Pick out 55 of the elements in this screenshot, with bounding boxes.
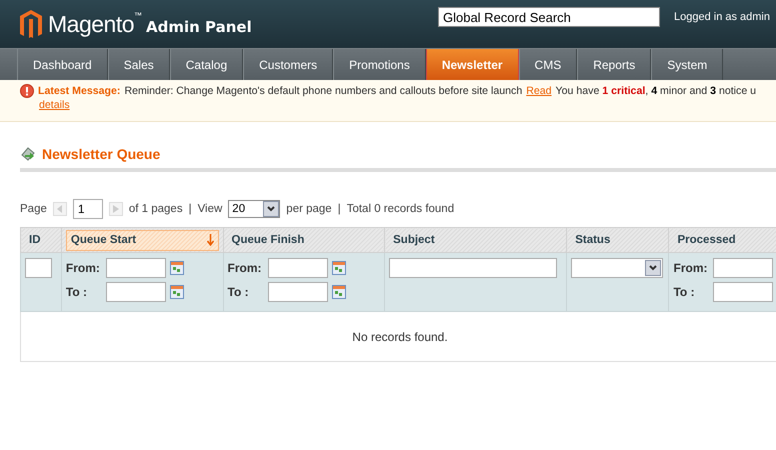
column-header[interactable]: Processed xyxy=(668,228,776,252)
records-total: Total 0 records found xyxy=(346,203,454,215)
calendar-icon[interactable] xyxy=(170,285,184,299)
column-header[interactable]: ID xyxy=(20,228,62,252)
previous-page-button[interactable] xyxy=(52,202,67,216)
warning-icon xyxy=(20,84,34,98)
left-arrow-icon xyxy=(56,205,63,213)
filter-field[interactable] xyxy=(268,258,328,278)
separator: | xyxy=(338,203,341,215)
nav-tab[interactable]: Newsletter xyxy=(426,49,519,80)
filter-field[interactable] xyxy=(713,282,774,302)
next-page-button[interactable] xyxy=(108,202,123,216)
range-label: From: xyxy=(673,261,708,275)
per-page-label: per page xyxy=(286,203,332,215)
calendar-icon[interactable] xyxy=(170,261,184,275)
details-link[interactable]: details xyxy=(39,99,70,111)
message-label: Latest Message: xyxy=(38,85,120,97)
range-label: To : xyxy=(228,285,250,299)
range-label: To : xyxy=(673,285,696,299)
range-label: From: xyxy=(66,261,101,275)
range-label: To : xyxy=(66,285,88,299)
empty-message: No records found. xyxy=(20,312,776,362)
filter-field[interactable] xyxy=(106,282,166,302)
user-status: Logged in as admin xyxy=(674,11,770,23)
sort-arrow-icon xyxy=(206,234,214,246)
column-header[interactable]: Queue Finish xyxy=(223,228,385,252)
range-label: From: xyxy=(228,261,263,275)
search-field[interactable]: Global Record Search xyxy=(438,7,660,27)
filter-field[interactable] xyxy=(268,282,328,302)
per-page-select[interactable]: 20 xyxy=(228,200,280,218)
filter-field[interactable] xyxy=(389,258,558,278)
pager-label: Page xyxy=(20,203,47,215)
read-link[interactable]: Read xyxy=(526,85,552,97)
page-count: of 1 pages xyxy=(128,203,183,215)
separator: | xyxy=(188,203,192,215)
column-header[interactable]: Status xyxy=(566,228,669,252)
filter-select[interactable] xyxy=(571,258,664,278)
right-arrow-icon xyxy=(112,205,119,213)
page-title: Newsletter Queue xyxy=(42,146,160,162)
caret-icon xyxy=(267,206,276,212)
calendar-icon[interactable] xyxy=(332,285,346,299)
calendar-icon[interactable] xyxy=(332,261,346,275)
message-summary: You have 1 critical, 4 minor and 3 notice u xyxy=(556,85,756,97)
logo-icon xyxy=(20,10,42,38)
page-field[interactable]: 1 xyxy=(72,199,103,219)
filter-field[interactable] xyxy=(713,258,774,278)
filter-field[interactable] xyxy=(25,258,52,278)
column-header[interactable]: Queue Start xyxy=(61,228,224,252)
logo-text: Magento™ Admin Panel xyxy=(48,10,252,38)
view-label: View xyxy=(198,203,222,215)
newsletter-icon xyxy=(20,146,36,162)
filter-field[interactable] xyxy=(106,258,166,278)
caret-icon xyxy=(649,265,658,271)
column-header[interactable]: Subject xyxy=(384,228,567,252)
message-text: Reminder: Change Magento's default phone numbers and callouts before site launch xyxy=(124,85,522,97)
